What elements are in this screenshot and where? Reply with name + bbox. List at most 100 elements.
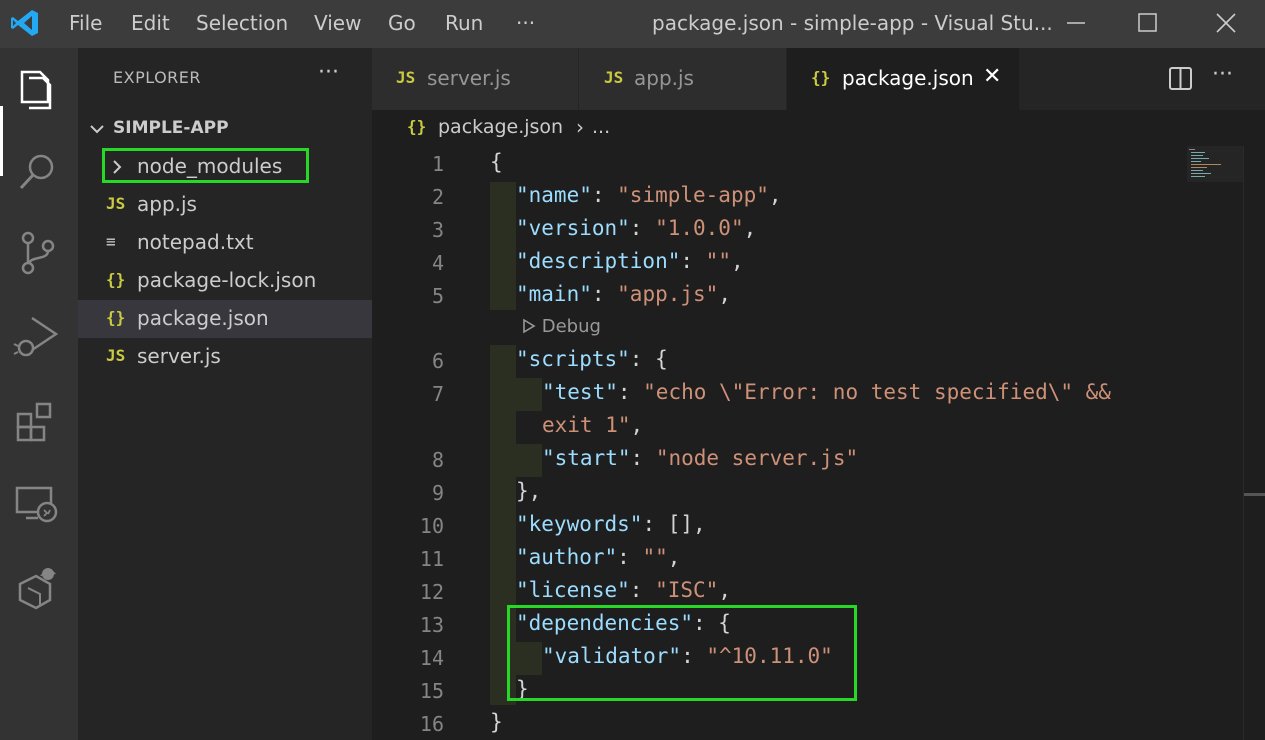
node-modules-highlight-box [102, 148, 309, 183]
split-editor-icon [1169, 67, 1192, 90]
tree-item-server-js[interactable]: JS server.js [78, 338, 372, 376]
line-number: 8 [431, 448, 444, 472]
code-line-7-wrap: exit 1", [542, 413, 644, 437]
line-number: 7 [431, 382, 444, 406]
window-title: package.json - simple-app - Visual Stu..… [652, 11, 1053, 35]
vscode-logo-icon [11, 10, 38, 36]
tree-item-label: server.js [137, 344, 221, 368]
code-line-7: "test": "echo \"Error: no test specified… [542, 380, 1111, 404]
code-editor[interactable]: 1 2 3 4 5 6 7 8 9 10 11 12 13 14 15 16 {… [372, 146, 1265, 740]
minimize-icon [1067, 22, 1085, 24]
line-number: 14 [419, 646, 444, 670]
menu-file[interactable]: File [69, 0, 102, 48]
js-file-icon: JS [604, 68, 624, 87]
js-file-icon: JS [106, 194, 126, 213]
line-number: 1 [431, 152, 444, 176]
menu-selection[interactable]: Selection [196, 0, 288, 48]
source-control-button[interactable] [10, 226, 66, 282]
indent-guide [516, 444, 542, 477]
json-file-icon: {} [106, 308, 126, 327]
menu-more[interactable]: ··· [516, 0, 535, 48]
tab-close-icon[interactable]: ✕ [983, 64, 1001, 89]
search-icon [19, 154, 54, 190]
line-number: 10 [419, 514, 444, 538]
search-button[interactable] [10, 144, 66, 200]
code-line-11: "author": "", [516, 545, 681, 569]
editor-more-actions-button[interactable]: ··· [1212, 62, 1233, 87]
activity-bar [0, 48, 78, 740]
minimize-button[interactable] [1045, 0, 1105, 48]
minimap[interactable] [1187, 146, 1243, 182]
line-number: 9 [431, 481, 444, 505]
files-icon [20, 70, 52, 110]
menu-edit[interactable]: Edit [131, 0, 170, 48]
tab-server-js[interactable]: JS server.js [372, 48, 579, 110]
close-icon [1216, 13, 1236, 33]
dependencies-highlight-box [507, 605, 857, 701]
code-line-1: { [490, 150, 503, 174]
code-line-5: "main": "app.js", [516, 282, 731, 306]
chevron-down-icon [90, 125, 104, 134]
debug-codelens[interactable]: Debug [522, 316, 601, 337]
tab-label: package.json [842, 66, 974, 90]
line-number: 5 [431, 284, 444, 308]
breadcrumb: {} package.json › ... [372, 110, 1265, 146]
tab-package-json[interactable]: {} package.json ✕ [787, 48, 1020, 110]
vertical-scrollbar[interactable] [1243, 146, 1265, 740]
maximize-button[interactable] [1118, 0, 1178, 48]
tree-item-package-json[interactable]: {} package.json [78, 300, 372, 338]
code-line-12: "license": "ISC", [516, 578, 731, 602]
explorer-more-actions-button[interactable]: ··· [318, 60, 339, 85]
docker-icon [18, 568, 56, 610]
line-number: 3 [431, 218, 444, 242]
indent-guide [490, 182, 516, 310]
codelens-label: Debug [541, 316, 601, 337]
json-file-icon: {} [106, 270, 126, 289]
source-control-icon [21, 231, 55, 275]
menu-view[interactable]: View [314, 0, 361, 48]
breadcrumb-file[interactable]: package.json [438, 116, 563, 138]
extensions-icon [16, 402, 52, 442]
tree-item-label: app.js [137, 192, 197, 216]
tree-item-notepad-txt[interactable]: ≡ notepad.txt [78, 224, 372, 262]
active-indicator [0, 106, 3, 176]
run-debug-button[interactable] [10, 310, 66, 366]
play-icon [523, 318, 536, 334]
tab-app-js[interactable]: JS app.js [579, 48, 787, 110]
code-line-16: } [490, 710, 503, 734]
split-editor-button[interactable] [1168, 66, 1194, 92]
title-bar: File Edit Selection View Go Run ··· pack… [0, 0, 1265, 48]
line-number: 2 [431, 185, 444, 209]
maximize-icon [1138, 13, 1157, 32]
json-file-icon: {} [407, 117, 427, 136]
menu-run[interactable]: Run [445, 0, 483, 48]
remote-explorer-button[interactable] [10, 478, 66, 534]
explorer-button[interactable] [10, 62, 66, 118]
text-file-icon: ≡ [106, 232, 116, 251]
tree-item-app-js[interactable]: JS app.js [78, 186, 372, 224]
docker-button[interactable] [10, 562, 66, 618]
js-file-icon: JS [396, 68, 416, 87]
menu-go[interactable]: Go [388, 0, 416, 48]
code-line-3: "version": "1.0.0", [516, 216, 757, 240]
extensions-button[interactable] [10, 394, 66, 450]
line-number: 15 [419, 679, 444, 703]
code-line-8: "start": "node server.js" [542, 446, 859, 470]
tree-item-label: package.json [137, 306, 269, 330]
breadcrumb-more[interactable]: ... [592, 116, 610, 138]
folder-header[interactable]: SIMPLE-APP [78, 112, 372, 146]
tree-item-label: package-lock.json [137, 268, 317, 292]
code-line-4: "description": "", [516, 249, 744, 273]
explorer-sidebar: EXPLORER ··· SIMPLE-APP node_modules JS … [78, 48, 372, 740]
scrollbar-marker [1244, 493, 1265, 496]
explorer-title: EXPLORER [113, 68, 201, 87]
line-number: 16 [419, 712, 444, 736]
more-icon: ··· [1212, 62, 1233, 87]
run-debug-icon [13, 316, 59, 357]
tree-item-package-lock-json[interactable]: {} package-lock.json [78, 262, 372, 300]
close-window-button[interactable] [1196, 0, 1256, 48]
line-number: 11 [419, 547, 444, 571]
code-line-9: }, [516, 479, 542, 503]
line-number: 12 [419, 580, 444, 604]
remote-explorer-icon [15, 486, 58, 523]
